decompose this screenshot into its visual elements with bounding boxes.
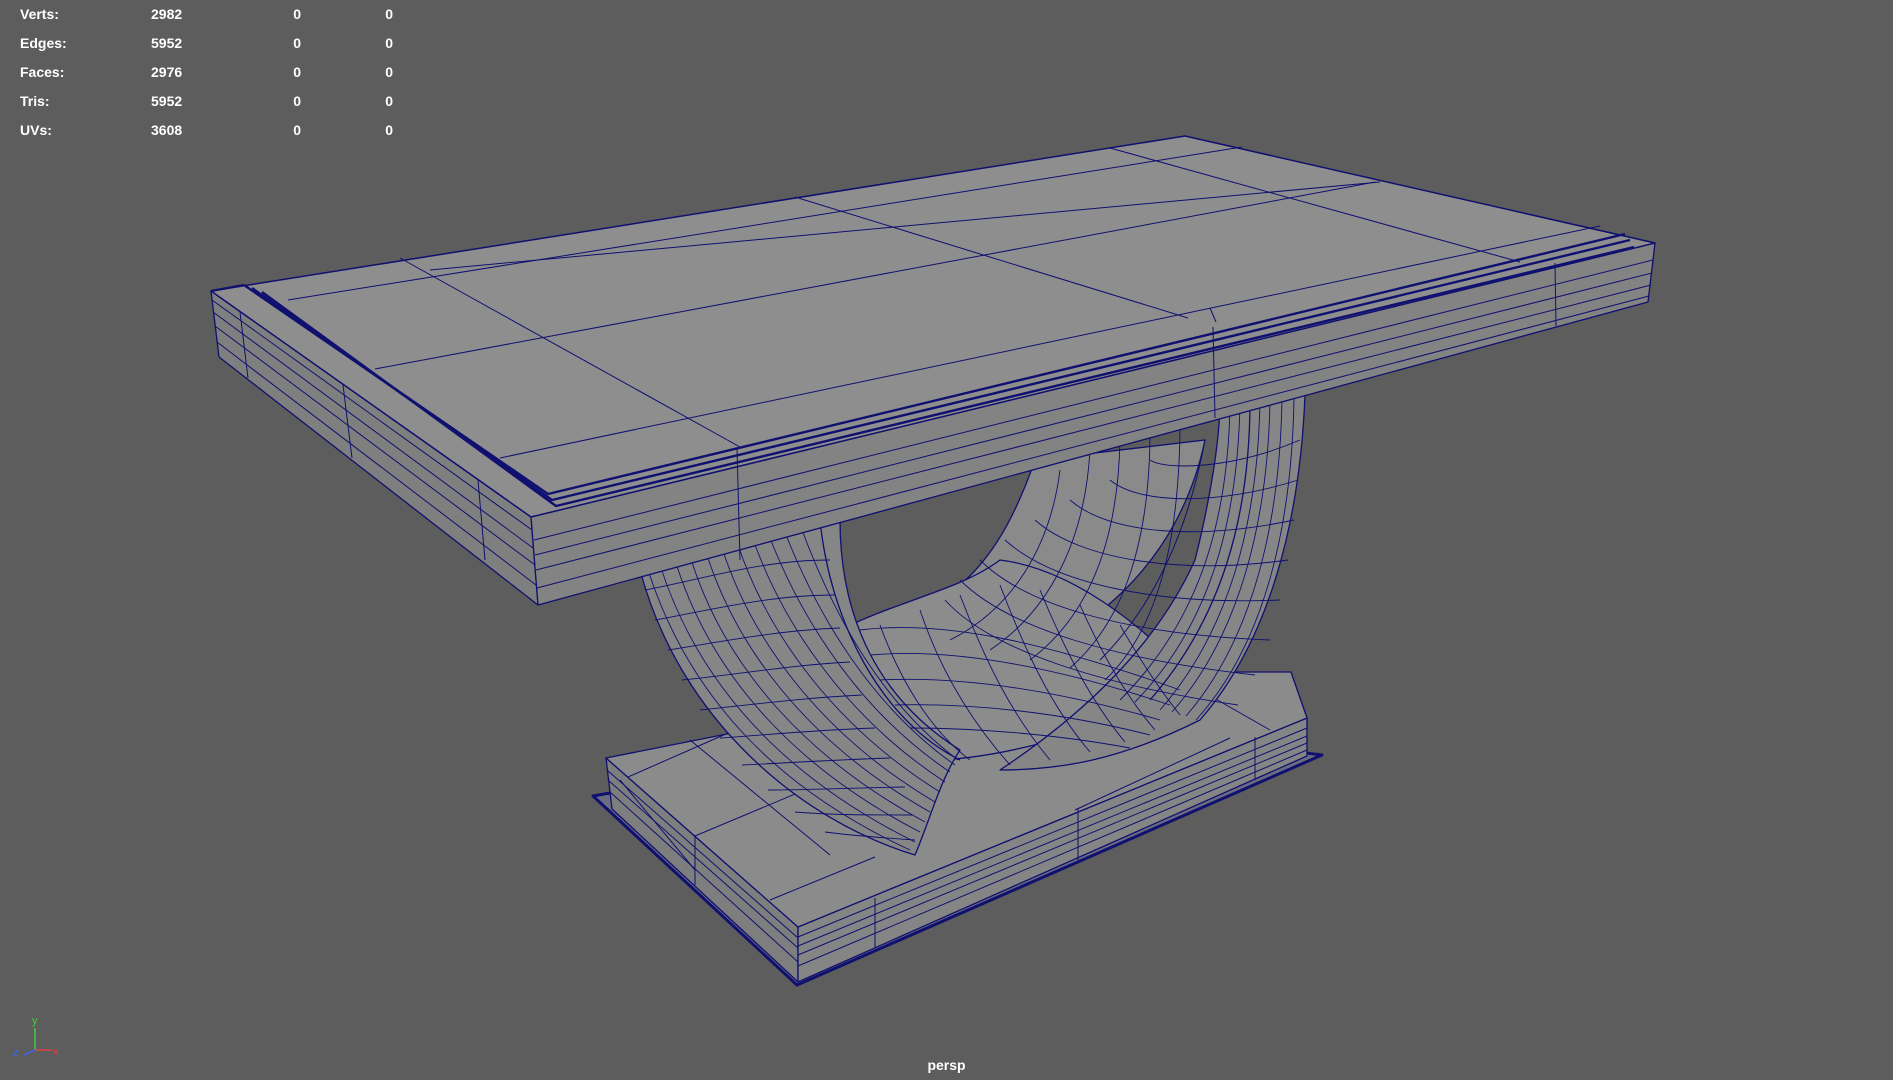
axis-gizmo: y x z [13,1015,59,1059]
tabletop-mesh [210,135,1656,606]
table-mesh[interactable] [210,135,1656,987]
camera-name-label: persp [927,1057,966,1073]
z-axis-line [23,1049,36,1056]
y-axis-label: y [32,1015,38,1027]
viewport-canvas[interactable] [0,0,1893,1080]
